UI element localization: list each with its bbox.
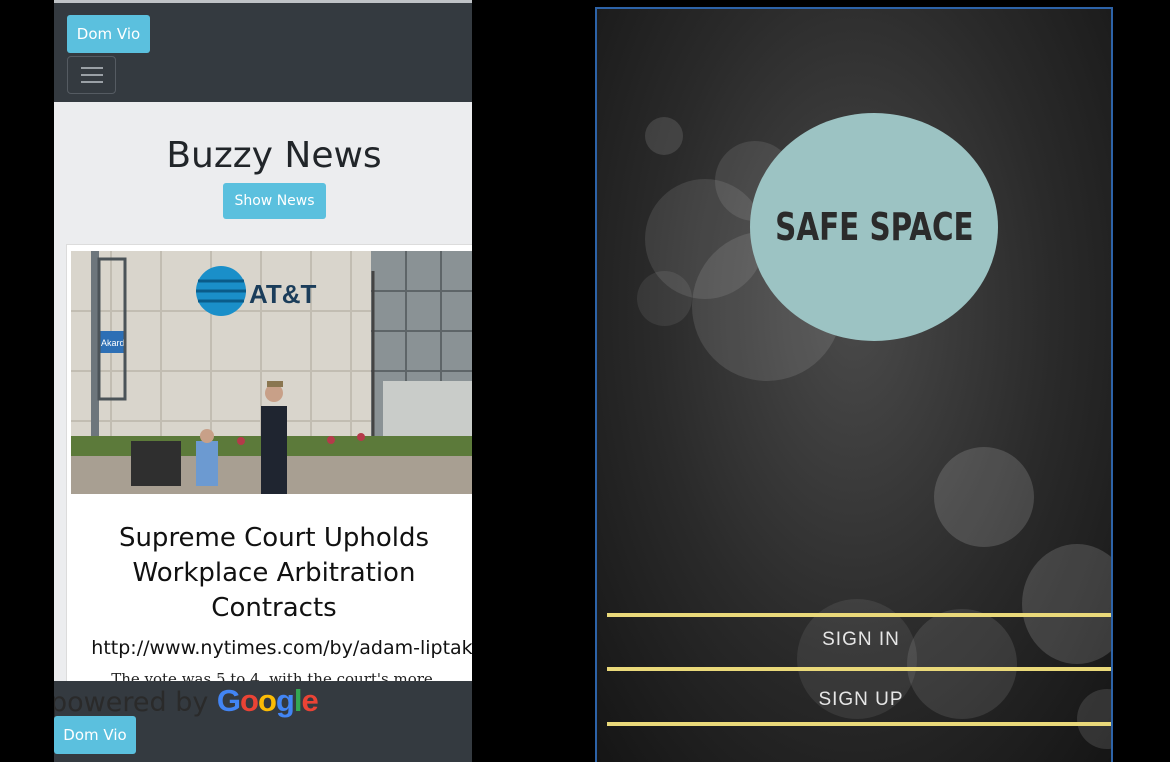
att-sign-text: AT&T xyxy=(249,279,317,309)
article-link[interactable]: http://www.nytimes.com/by/adam-liptak xyxy=(67,637,472,659)
article-headline: Supreme Court Upholds Workplace Arbitrat… xyxy=(118,523,430,623)
footer-brand-button[interactable]: Dom Vio xyxy=(54,716,136,754)
sign-up-button[interactable]: SIGN UP xyxy=(607,689,1111,711)
menu-toggle-icon[interactable] xyxy=(67,56,116,94)
show-news-button[interactable]: Show News xyxy=(223,183,326,219)
street-sign-text: Akard xyxy=(101,338,125,348)
brand-button[interactable]: Dom Vio xyxy=(67,15,150,53)
logo-circle: SAFE SPACE xyxy=(750,113,998,341)
divider xyxy=(607,613,1111,617)
news-app-panel: Dom Vio Buzzy News Show News AT&T Akard … xyxy=(54,0,472,762)
powered-by-google: powered by Google xyxy=(54,683,319,719)
bokeh-decoration xyxy=(645,117,683,155)
app-logo-text: SAFE SPACE xyxy=(774,205,974,249)
bokeh-decoration xyxy=(637,271,692,326)
google-logo: Google xyxy=(216,683,319,718)
page-title: Buzzy News xyxy=(166,135,382,176)
bokeh-decoration xyxy=(934,447,1034,547)
divider xyxy=(607,667,1111,671)
powered-by-label: powered by xyxy=(54,687,209,718)
article-image: AT&T Akard xyxy=(71,251,472,494)
footer: powered by Google Dom Vio xyxy=(54,681,472,762)
safe-space-panel: SAFE SPACE SIGN IN SIGN UP xyxy=(595,7,1113,762)
sign-in-button[interactable]: SIGN IN xyxy=(607,629,1111,651)
article-card: AT&T Akard Supreme Court Upholds Workpla… xyxy=(66,244,472,716)
navbar: Dom Vio xyxy=(54,0,472,102)
divider xyxy=(607,722,1111,726)
